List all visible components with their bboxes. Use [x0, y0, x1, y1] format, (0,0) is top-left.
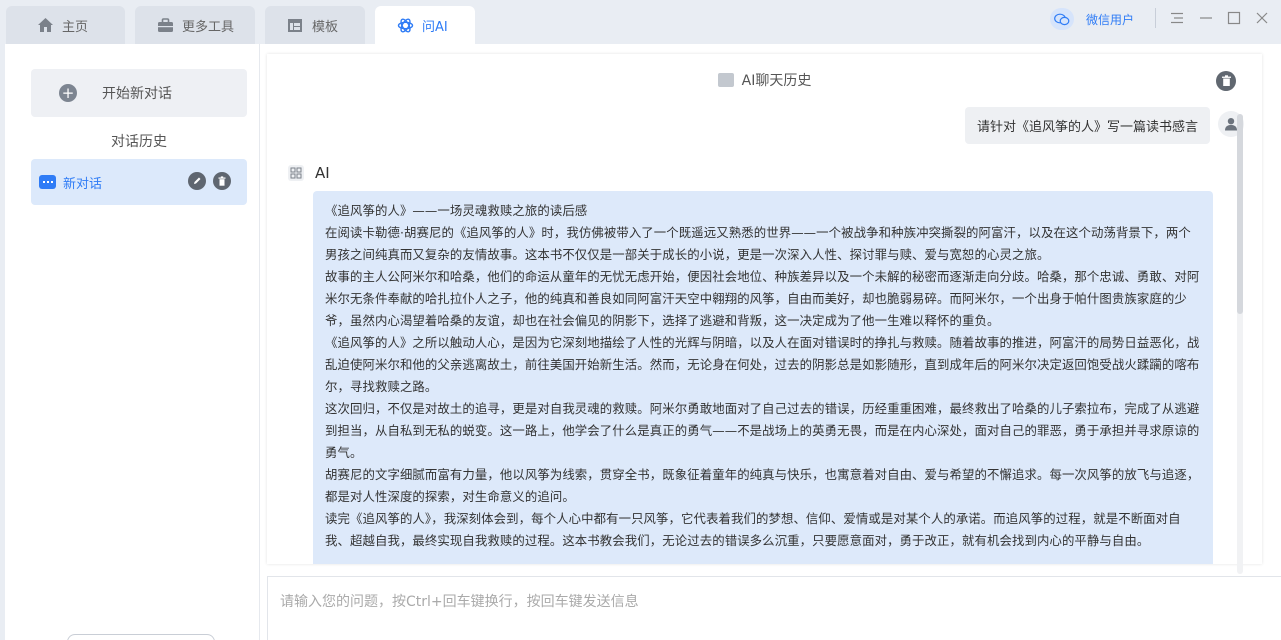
tab-label: 主页	[62, 19, 89, 35]
menu-icon[interactable]	[1167, 8, 1187, 28]
chat-area: AI聊天历史 请针对《追风筝的人》写一篇读书感言 AI 《追风筝的人》——一场灵…	[267, 54, 1262, 574]
chat-scrollbar[interactable]	[1237, 114, 1243, 574]
tab-more-tools[interactable]: 更多工具	[135, 6, 255, 44]
plus-circle-icon: +	[59, 84, 77, 102]
chat-bubble-icon	[39, 175, 56, 189]
ai-paragraph: 《追风筝的人》之所以触动人心，是因为它深刻地描绘了人性的光辉与阴暗，以及人在面对…	[325, 335, 1200, 394]
tab-label: 问AI	[422, 19, 448, 35]
chat-history-icon	[717, 73, 734, 87]
ai-name: AI	[315, 164, 330, 182]
title-divider	[1155, 8, 1156, 28]
tab-label: 模板	[312, 19, 339, 35]
tab-template[interactable]: 模板	[265, 6, 365, 44]
home-icon	[36, 16, 54, 34]
message-input[interactable]	[268, 577, 1281, 640]
ai-paragraph: 读完《追风筝的人》，我深刻体会到，每个人心中都有一只风筝，它代表着我们的梦想、信…	[325, 511, 1181, 548]
minimize-icon[interactable]	[1196, 8, 1216, 28]
scrollbar-thumb[interactable]	[1237, 114, 1243, 314]
template-icon	[286, 16, 304, 34]
tab-ask-ai[interactable]: 问AI	[375, 6, 475, 44]
user-message: 请针对《追风筝的人》写一篇读书感言	[965, 107, 1210, 144]
user-menu[interactable]: 微信用户	[1050, 8, 1134, 30]
ai-paragraph: 这次回归，不仅是对故土的追寻，更是对自我灵魂的救赎。阿米尔勇敢地面对了自己过去的…	[325, 401, 1200, 460]
ai-paragraph: 在阅读卡勒德·胡赛尼的《追风筝的人》时，我仿佛被带入了一个既遥远又熟悉的世界——…	[325, 225, 1191, 262]
delete-icon[interactable]	[213, 172, 231, 190]
clear-history-icon[interactable]	[1216, 71, 1236, 91]
edit-icon[interactable]	[188, 172, 206, 190]
history-title: 对话历史	[111, 134, 167, 150]
ai-paragraph: 《追风筝的人》——一场灵魂救赎之旅的读后感	[325, 203, 588, 218]
sidebar-bottom-button[interactable]	[67, 634, 215, 640]
new-chat-button[interactable]: + 开始新对话	[31, 69, 247, 117]
chat-header: AI聊天历史	[267, 70, 1262, 90]
chat-title: AI聊天历史	[741, 73, 812, 89]
new-chat-label: 开始新对话	[102, 86, 172, 102]
title-bar: 主页 更多工具 模板 问AI 微信用户	[0, 0, 1281, 44]
ai-paragraph: 故事的主人公阿米尔和哈桑，他们的命运从童年的无忧无虑开始，便因社会地位、种族差异…	[325, 269, 1200, 328]
maximize-icon[interactable]	[1224, 8, 1244, 28]
conversation-item[interactable]: 新对话	[31, 159, 247, 205]
user-name: 微信用户	[1086, 12, 1135, 27]
ai-message: 《追风筝的人》——一场灵魂救赎之旅的读后感 在阅读卡勒德·胡赛尼的《追风筝的人》…	[313, 191, 1213, 564]
tab-label: 更多工具	[182, 19, 235, 35]
sidebar: + 开始新对话 对话历史 新对话	[5, 44, 260, 640]
ai-sender: AI	[288, 164, 330, 182]
toolbox-icon	[156, 16, 174, 34]
tab-home[interactable]: 主页	[6, 6, 125, 44]
message-input-area	[267, 576, 1281, 640]
conversation-label: 新对话	[63, 176, 103, 192]
main-panel: + 开始新对话 对话历史 新对话 AI聊天历史 请针对《追风筝的人》写一篇读书感…	[5, 44, 1281, 640]
wechat-avatar-icon	[1050, 8, 1074, 30]
ai-paragraph: 胡赛尼的文字细腻而富有力量，他以风筝为线索，贯穿全书，既象征着童年的纯真与快乐，…	[325, 467, 1200, 504]
ai-icon	[396, 16, 414, 34]
close-icon[interactable]	[1252, 8, 1272, 28]
ai-avatar-icon	[288, 165, 304, 181]
